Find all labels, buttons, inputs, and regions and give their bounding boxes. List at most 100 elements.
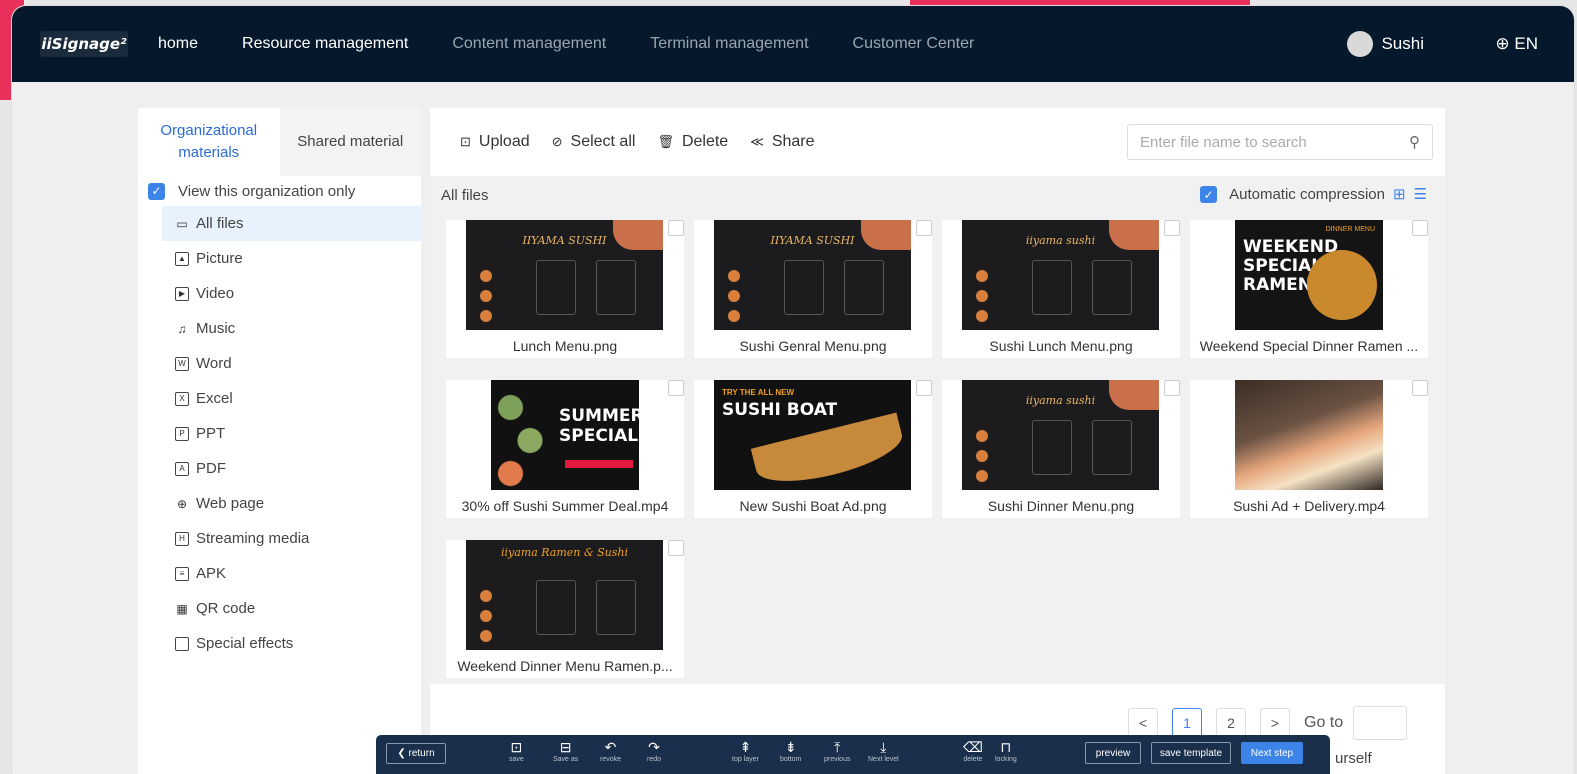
- trash-icon: ⌫: [963, 739, 983, 755]
- file-card[interactable]: iiyama sushi Sushi Dinner Menu.png: [942, 380, 1180, 518]
- search-icon[interactable]: ⚲: [1409, 133, 1420, 151]
- file-card[interactable]: Sushi Ad + Delivery.mp4: [1190, 380, 1428, 518]
- language-label: EN: [1514, 34, 1538, 53]
- tool-label: Next level: [868, 756, 899, 763]
- clipboard-icon: [174, 636, 190, 652]
- file-name: Sushi Dinner Menu.png: [987, 498, 1135, 514]
- file-name: 30% off Sushi Summer Deal.mp4: [461, 498, 669, 514]
- tool-label: revoke: [600, 756, 622, 763]
- page-2-button[interactable]: 2: [1216, 708, 1246, 738]
- list-view-icon[interactable]: ☰: [1414, 186, 1435, 203]
- revoke-tool[interactable]: ↶ revoke: [600, 738, 621, 763]
- grid-view-icon[interactable]: ⊞: [1393, 186, 1414, 203]
- editor-toolbar: ❮ return ⊡ save ⊟ Save as ↶ revoke ↷ redo ⇞ t…: [376, 735, 1330, 774]
- thumbnail-title: IIYAMA SUSHI: [522, 234, 607, 247]
- user-menu[interactable]: Sushi: [1347, 31, 1424, 57]
- upload-label: Upload: [478, 133, 530, 150]
- upload-button[interactable]: ⊡ Upload: [460, 133, 530, 151]
- files-area: All files ✓ Automatic compression ⊞☰ IIY…: [430, 176, 1445, 684]
- file-card[interactable]: IIYAMA SUSHI Sushi Genral Menu.png: [694, 220, 932, 358]
- auto-compression-checkbox[interactable]: ✓ Automatic compression: [1200, 186, 1385, 203]
- file-checkbox[interactable]: [1412, 380, 1428, 396]
- app-logo[interactable]: iiSignage²: [40, 31, 128, 57]
- sidebar-item-ppt[interactable]: P PPT: [162, 416, 421, 451]
- sidebar-item-label: Music: [196, 320, 236, 337]
- top-layer-icon: ⇞: [739, 739, 752, 755]
- save-tool[interactable]: ⊡ save: [509, 738, 524, 763]
- thumbnail-title: WEEKEND SPECIAL RAMEN: [1243, 237, 1339, 295]
- tab-organizational-materials[interactable]: Organizational materials: [138, 108, 280, 176]
- next-step-button[interactable]: Next step: [1241, 742, 1303, 764]
- return-button[interactable]: ❮ return: [386, 743, 446, 764]
- thumbnail-title: SUSHI BOAT: [722, 400, 838, 420]
- tool-label: previous: [824, 756, 851, 763]
- sidebar-item-qr-code[interactable]: ▦ QR code: [162, 591, 421, 626]
- file-card[interactable]: SUMMER SPECIAL!! 30% off Sushi Summer De…: [446, 380, 684, 518]
- file-thumbnail: iiyama sushi: [962, 380, 1159, 490]
- nav-customer-center[interactable]: Customer Center: [853, 35, 975, 53]
- file-card[interactable]: DINNER MENU WEEKEND SPECIAL RAMEN Weeken…: [1190, 220, 1428, 358]
- file-card[interactable]: iiyama sushi Sushi Lunch Menu.png: [942, 220, 1180, 358]
- file-checkbox[interactable]: [916, 380, 932, 396]
- file-checkbox[interactable]: [1164, 220, 1180, 236]
- thumbnail-tag: TRY THE ALL NEW: [722, 388, 794, 397]
- sidebar-item-web-page[interactable]: ⊕ Web page: [162, 486, 421, 521]
- delete-button[interactable]: 🗑 Delete: [657, 133, 728, 151]
- redo-tool[interactable]: ↷ redo: [647, 738, 661, 763]
- file-thumbnail: DINNER MENU WEEKEND SPECIAL RAMEN: [1235, 220, 1383, 330]
- language-switch[interactable]: ⊕ EN: [1495, 34, 1538, 54]
- search-input[interactable]: Enter file name to search ⚲: [1127, 124, 1433, 160]
- save-as-tool[interactable]: ⊟ Save as: [553, 738, 578, 763]
- sidebar-item-label: All files: [196, 215, 244, 232]
- next-level-icon: ⤓: [880, 739, 887, 755]
- file-checkbox[interactable]: [1164, 380, 1180, 396]
- user-name: Sushi: [1381, 34, 1424, 53]
- sidebar-item-picture[interactable]: ▲ Picture: [162, 241, 421, 276]
- next-page-button[interactable]: >: [1260, 708, 1290, 738]
- tool-label: save: [509, 756, 524, 763]
- sidebar-item-music[interactable]: ♫ Music: [162, 311, 421, 346]
- view-org-only-checkbox[interactable]: ✓ View this organization only: [138, 176, 421, 206]
- file-thumbnail: [1235, 380, 1383, 490]
- goto-page-input[interactable]: [1353, 706, 1408, 740]
- sidebar-item-special-effects[interactable]: Special effects: [162, 626, 421, 661]
- sidebar-item-pdf[interactable]: A PDF: [162, 451, 421, 486]
- sidebar-item-streaming-media[interactable]: H Streaming media: [162, 521, 421, 556]
- delete-label: Delete: [681, 133, 729, 150]
- sidebar-item-video[interactable]: ▶ Video: [162, 276, 421, 311]
- nav-resource-management[interactable]: Resource management: [242, 35, 408, 53]
- delete-tool[interactable]: ⌫ delete: [963, 738, 983, 763]
- sidebar-item-word[interactable]: W Word: [162, 346, 421, 381]
- file-checkbox[interactable]: [1412, 220, 1428, 236]
- file-checkbox[interactable]: [916, 220, 932, 236]
- locking-tool[interactable]: ⊓ locking: [995, 738, 1017, 763]
- file-checkbox[interactable]: [668, 540, 684, 556]
- share-button[interactable]: ≪ Share: [750, 133, 814, 151]
- files-header: All files ✓ Automatic compression ⊞☰: [430, 176, 1445, 214]
- sidebar-item-apk[interactable]: ≡ APK: [162, 556, 421, 591]
- top-layer-tool[interactable]: ⇞ top layer: [732, 738, 759, 763]
- file-checkbox[interactable]: [668, 220, 684, 236]
- preview-button[interactable]: preview: [1085, 742, 1141, 764]
- bottom-tool[interactable]: ⇟ bottom: [780, 738, 801, 763]
- file-card[interactable]: iiyama Ramen & Sushi Weekend Dinner Menu…: [446, 540, 684, 678]
- next-level-tool[interactable]: ⤓ Next level: [868, 738, 899, 763]
- file-card[interactable]: IIYAMA SUSHI Lunch Menu.png: [446, 220, 684, 358]
- sidebar-item-all-files[interactable]: ▭ All files: [162, 206, 421, 241]
- nav-terminal-management[interactable]: Terminal management: [650, 35, 808, 53]
- sidebar-item-label: PDF: [196, 460, 226, 477]
- prev-page-button[interactable]: <: [1128, 708, 1158, 738]
- save-template-button[interactable]: save template: [1151, 742, 1231, 764]
- file-card[interactable]: TRY THE ALL NEW SUSHI BOAT New Sushi Boa…: [694, 380, 932, 518]
- files-heading: All files: [441, 186, 489, 204]
- nav-content-management[interactable]: Content management: [452, 35, 606, 53]
- previous-level-icon: ⤒: [834, 739, 841, 755]
- tab-shared-material[interactable]: Shared material: [280, 108, 422, 176]
- nav-home[interactable]: home: [158, 35, 198, 53]
- page-1-button[interactable]: 1: [1172, 708, 1202, 738]
- sidebar-item-excel[interactable]: X Excel: [162, 381, 421, 416]
- previous-tool[interactable]: ⤒ previous: [824, 738, 850, 763]
- select-all-button[interactable]: ⊘ Select all: [552, 133, 636, 151]
- check-circle-icon: ⊘: [551, 134, 563, 149]
- file-checkbox[interactable]: [668, 380, 684, 396]
